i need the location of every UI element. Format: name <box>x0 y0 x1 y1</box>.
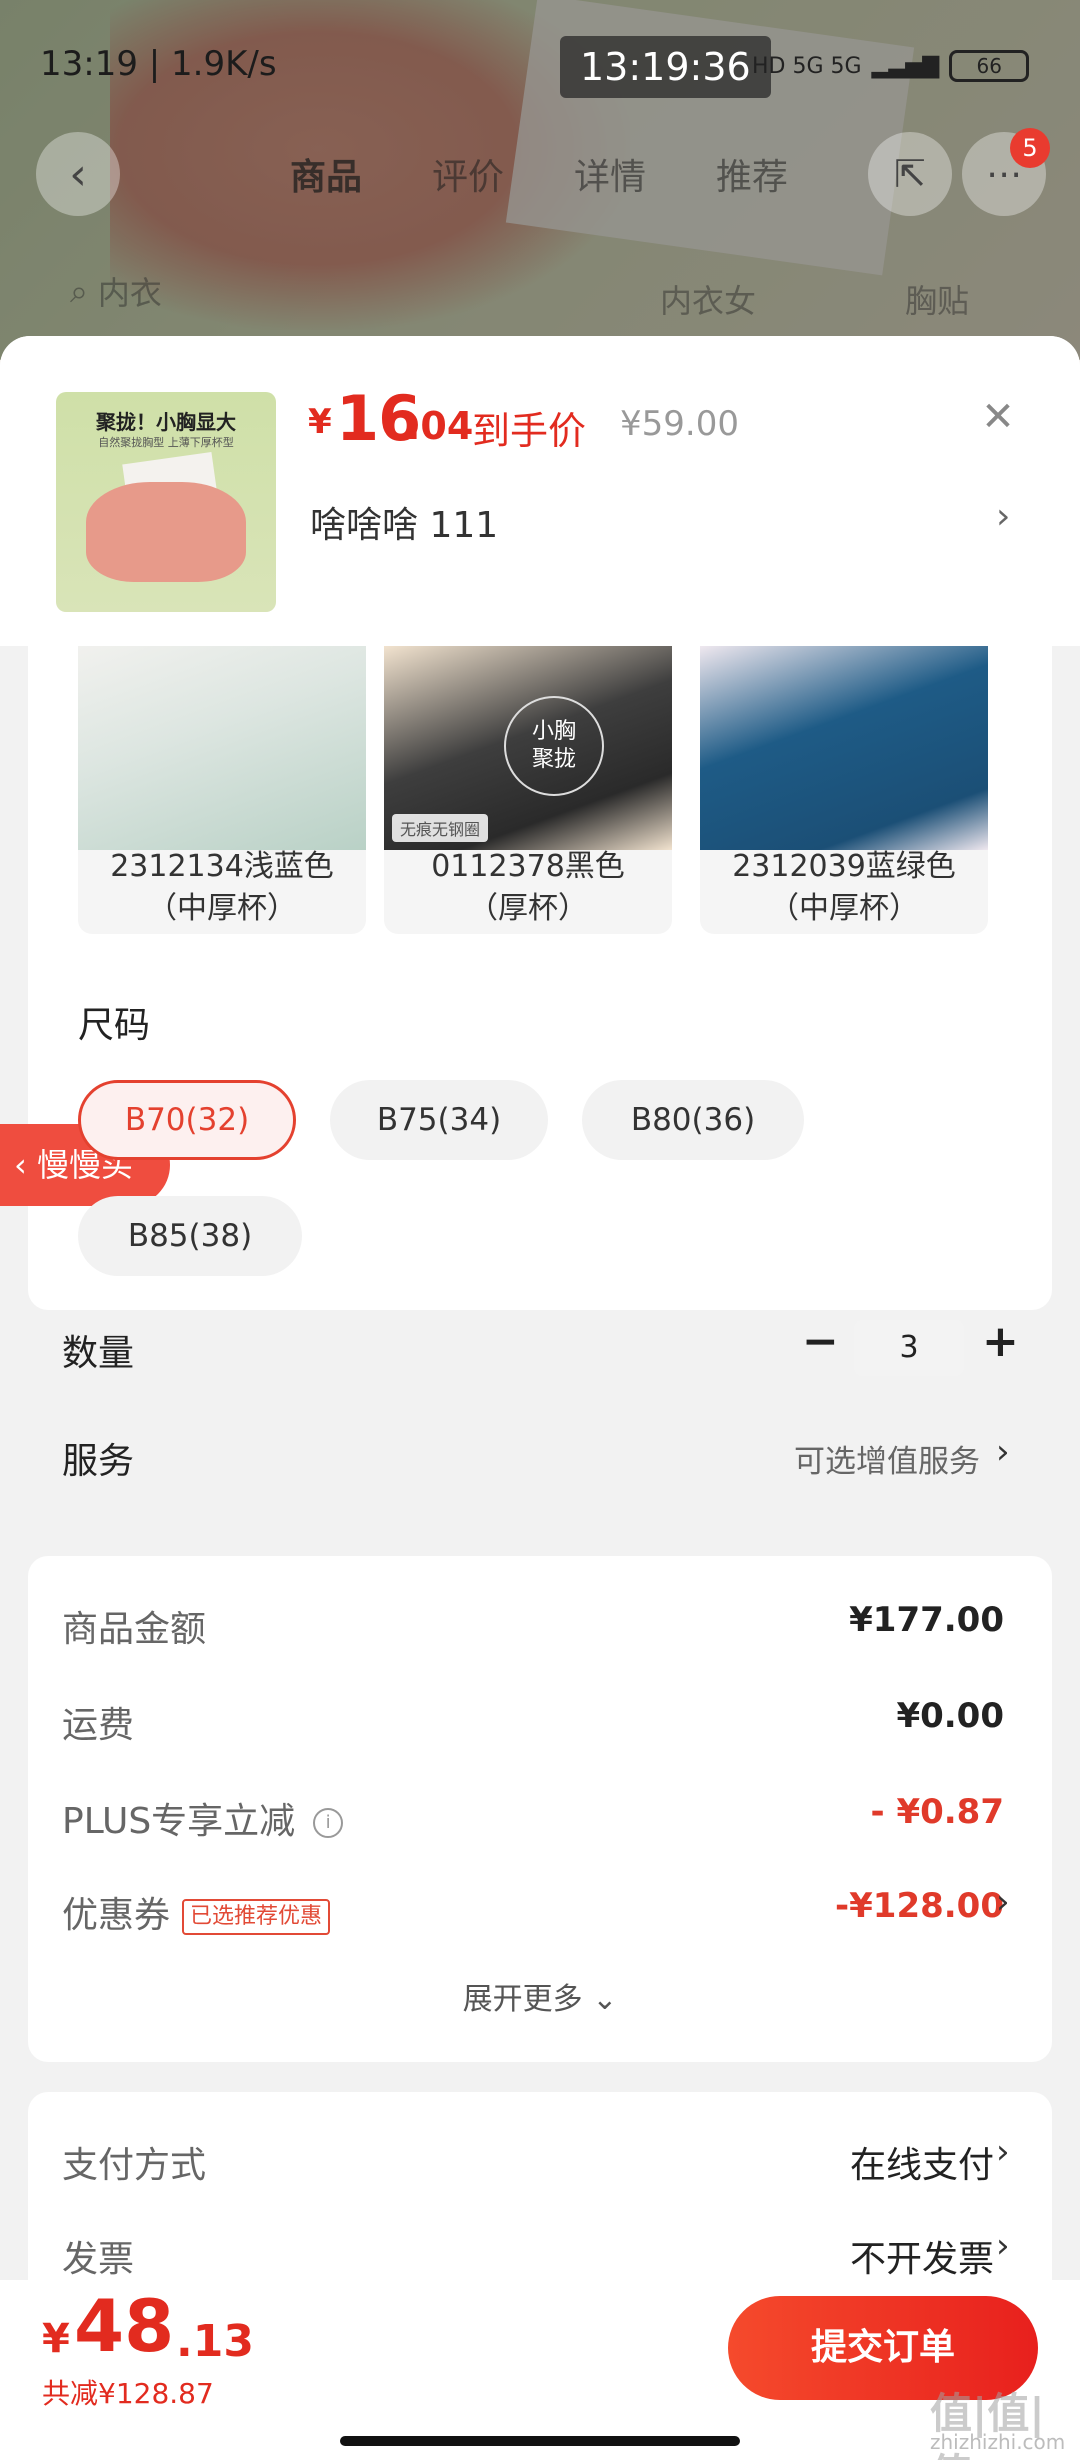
variant-tag: 无痕无钢圈 <box>392 814 489 842</box>
invoice-value[interactable]: 不开发票 <box>588 2230 994 2282</box>
battery-icon: 66 <box>949 50 1030 82</box>
shipping-label: 运费 <box>62 1705 135 1746</box>
chevron-down-icon: ⌄ <box>582 1982 618 2017</box>
product-thumbnail[interactable]: 聚拢！小胸显大 自然聚拢胸型 上薄下厚杯型 <box>56 392 276 612</box>
variant-code: 0112378黑色 <box>431 849 625 884</box>
variant-cup: （厚杯） <box>468 891 588 926</box>
thumbnail-title: 聚拢！小胸显大 <box>96 410 236 434</box>
quantity-increase-button[interactable]: + <box>982 1316 1019 1367</box>
variant-caption: 0112378黑色 （厚杯） <box>384 846 672 930</box>
search-hint-3[interactable]: 胸贴 <box>905 276 969 322</box>
variant-card[interactable]: 2312134浅蓝色 （中厚杯） <box>78 646 366 934</box>
tab-details[interactable]: 详情 <box>574 148 646 200</box>
shipping-value: ¥0.00 <box>896 1696 1004 1736</box>
tab-recommend[interactable]: 推荐 <box>716 148 788 200</box>
expand-more-button[interactable]: 展开更多 ⌄ <box>28 1974 1052 2018</box>
variant-card[interactable]: 小胸 聚拢 无痕无钢圈 0112378黑色 （厚杯） <box>384 646 672 934</box>
original-price: ¥59.00 <box>620 404 739 444</box>
search-hint-text: 内衣 <box>97 274 162 312</box>
variant-cup: （中厚杯） <box>769 891 919 926</box>
selected-variant[interactable]: 啥啥啥 111 <box>310 496 498 548</box>
payment-method-label: 支付方式 <box>62 2145 207 2186</box>
share-icon[interactable]: ⇱ <box>868 132 952 216</box>
quantity-decrease-button[interactable]: − <box>802 1316 839 1367</box>
home-indicator[interactable] <box>340 2436 740 2446</box>
variant-caption: 2312039蓝绿色 （中厚杯） <box>700 846 988 930</box>
status-icons: HD 5G 5G ▂▃▅▇ 66 <box>752 50 1030 82</box>
price-label: 到手价 <box>472 409 587 453</box>
price-symbol: ¥ <box>308 402 332 442</box>
coupon-label: 优惠券 <box>62 1895 171 1936</box>
variant-card[interactable]: 2312039蓝绿色 （中厚杯） <box>700 646 988 934</box>
chevron-right-icon[interactable]: › <box>996 2226 1010 2266</box>
message-badge: 5 <box>1010 128 1050 168</box>
search-icon: ⌕ <box>70 271 88 310</box>
thumbnail-product-shape <box>86 482 246 582</box>
total-savings: 共减¥128.87 <box>42 2377 214 2410</box>
coupon-row-label: 优惠券 已选推荐优惠 <box>62 1886 331 1938</box>
status-time: 13:19 | 1.9K/s <box>40 44 277 84</box>
variant-image <box>700 646 988 850</box>
size-option-b80[interactable]: B80(36) <box>582 1080 804 1160</box>
signal-icon: ▂▃▅▇ <box>871 53 940 79</box>
close-icon[interactable]: ✕ <box>975 394 1021 440</box>
price-breakdown-card: 商品金额 ¥177.00 运费 ¥0.00 PLUS专享立减 i - ¥0.87 … <box>28 1556 1052 2062</box>
variant-code: 2312039蓝绿色 <box>732 849 956 884</box>
size-option-b75[interactable]: B75(34) <box>330 1080 548 1160</box>
variant-code: 2312134浅蓝色 <box>110 849 334 884</box>
variant-badge: 小胸 聚拢 <box>504 696 604 796</box>
search-hint[interactable]: ⌕ 内衣 <box>70 268 162 314</box>
quantity-label: 数量 <box>62 1333 135 1374</box>
product-tabs: 商品 评价 详情 推荐 <box>290 148 788 200</box>
coupon-tag: 已选推荐优惠 <box>182 1899 331 1935</box>
service-value[interactable]: 可选增值服务 <box>640 1436 980 1481</box>
chevron-right-icon[interactable]: › <box>996 2132 1010 2172</box>
sheet-header: 聚拢！小胸显大 自然聚拢胸型 上薄下厚杯型 ¥ 16 .04 到手价 ¥59.0… <box>0 336 1080 646</box>
total-integer: 48 <box>74 2284 175 2368</box>
thumbnail-subtitle: 自然聚拢胸型 上薄下厚杯型 <box>98 436 234 449</box>
tab-reviews[interactable]: 评价 <box>432 148 504 200</box>
payment-method-value[interactable]: 在线支付 <box>588 2136 994 2188</box>
quantity-input[interactable]: 3 <box>854 1320 964 1376</box>
search-hint-2[interactable]: 内衣女 <box>660 276 756 322</box>
network-indicator: HD 5G 5G <box>752 53 862 79</box>
plus-discount-text: PLUS专享立减 <box>62 1801 296 1842</box>
status-clock: 13:19:36 <box>560 36 771 98</box>
invoice-label: 发票 <box>62 2239 135 2280</box>
plus-discount-label: PLUS专享立减 i <box>62 1792 344 1844</box>
chevron-right-icon[interactable]: › <box>996 1432 1010 1472</box>
total-symbol: ¥ <box>42 2316 70 2362</box>
status-bar: 13:19 | 1.9K/s 13:19:36 HD 5G 5G ▂▃▅▇ 66 <box>0 0 1080 140</box>
coupon-value[interactable]: -¥128.00 <box>628 1886 1004 1926</box>
chevron-right-icon[interactable]: › <box>996 1882 1010 1922</box>
variant-image <box>78 646 366 850</box>
size-title: 尺码 <box>78 1005 151 1046</box>
chevron-right-icon[interactable]: › <box>996 496 1010 537</box>
purchase-sheet: 聚拢！小胸显大 自然聚拢胸型 上薄下厚杯型 ¥ 16 .04 到手价 ¥59.0… <box>0 336 1080 2460</box>
size-option-b85[interactable]: B85(38) <box>78 1196 302 1276</box>
goods-amount-label: 商品金额 <box>62 1609 207 1650</box>
variant-image: 小胸 聚拢 无痕无钢圈 <box>384 646 672 850</box>
variant-caption: 2312134浅蓝色 （中厚杯） <box>78 846 366 930</box>
plus-discount-value: - ¥0.87 <box>870 1792 1005 1832</box>
size-option-b70[interactable]: B70(32) <box>78 1080 296 1160</box>
variant-cup: （中厚杯） <box>147 891 297 926</box>
price-decimal: .04 <box>406 404 474 448</box>
total-decimal: .13 <box>176 2316 254 2367</box>
service-label: 服务 <box>62 1441 135 1482</box>
watermark-url: zhizhizhi.com <box>930 2430 1066 2454</box>
variant-list: 2312134浅蓝色 （中厚杯） 小胸 聚拢 无痕无钢圈 0112378黑色 （… <box>78 646 1078 946</box>
goods-amount-value: ¥177.00 <box>849 1600 1004 1640</box>
back-icon[interactable]: ‹ <box>36 132 120 216</box>
info-icon[interactable]: i <box>313 1808 344 1838</box>
tab-goods[interactable]: 商品 <box>290 148 362 200</box>
expand-more-label: 展开更多 <box>462 1982 583 2017</box>
chevron-left-icon: ‹ <box>14 1146 37 1184</box>
